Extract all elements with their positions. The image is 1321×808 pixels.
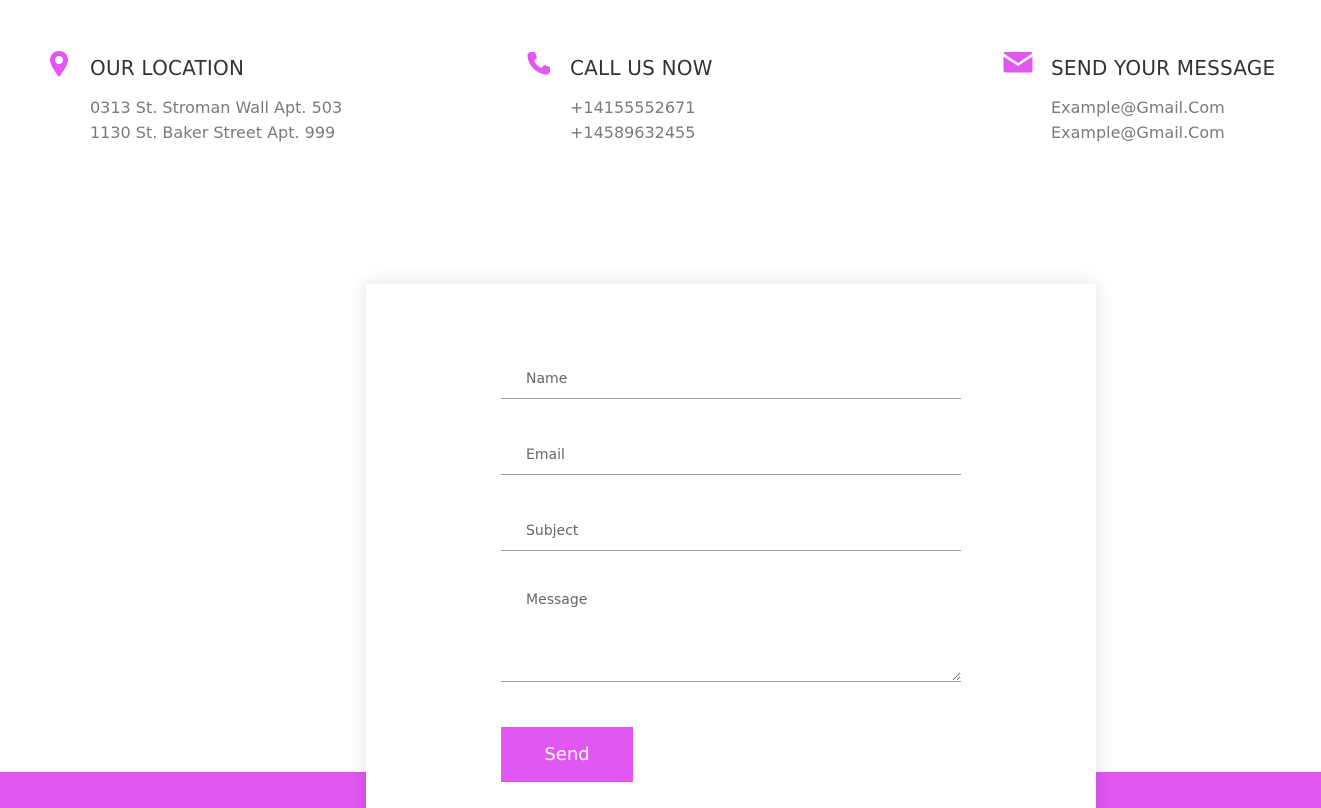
name-input[interactable] (501, 359, 961, 399)
phone-line-2[interactable]: +14589632455 (570, 120, 695, 145)
map-pin-icon (48, 50, 82, 80)
location-lines: 0313 St. Stroman Wall Apt. 503 1130 St. … (90, 95, 342, 145)
contact-page: OUR LOCATION 0313 St. Stroman Wall Apt. … (0, 0, 1321, 808)
email-input[interactable] (501, 435, 961, 475)
location-title: OUR LOCATION (90, 56, 245, 80)
envelope-icon (1003, 50, 1037, 80)
message-textarea[interactable] (501, 582, 961, 682)
email-line-1[interactable]: Example@Gmail.Com (1051, 95, 1225, 120)
phone-lines: +14155552671 +14589632455 (570, 95, 695, 145)
phone-line-1[interactable]: +14155552671 (570, 95, 695, 120)
email-lines: Example@Gmail.Com Example@Gmail.Com (1051, 95, 1225, 145)
subject-input[interactable] (501, 511, 961, 551)
email-title: SEND YOUR MESSAGE (1051, 56, 1276, 80)
address-line-1: 0313 St. Stroman Wall Apt. 503 (90, 98, 343, 117)
address-line-2: 1130 St. Baker Street Apt. 999 (90, 123, 336, 142)
send-button[interactable]: Send (501, 727, 633, 782)
phone-title: CALL US NOW (570, 56, 713, 80)
contact-form-card: Send (366, 284, 1096, 808)
phone-icon (526, 50, 560, 80)
email-line-2[interactable]: Example@Gmail.Com (1051, 120, 1225, 145)
